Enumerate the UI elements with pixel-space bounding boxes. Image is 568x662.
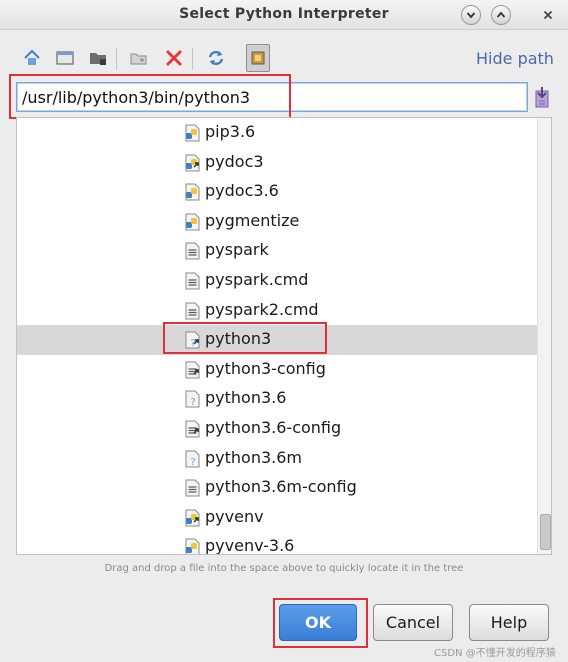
file-name: pyvenv-3.6: [205, 536, 295, 555]
path-input[interactable]: [16, 82, 528, 112]
python-file-icon: [185, 124, 200, 142]
unknown-file-icon: ?: [185, 450, 200, 468]
file-tree-row[interactable]: pyspark: [17, 236, 537, 266]
project-folder-icon: [90, 53, 106, 65]
vertical-scrollbar[interactable]: [537, 118, 551, 554]
file-name: pydoc3.6: [205, 181, 279, 201]
file-name: python3: [205, 329, 272, 349]
text-link-icon: [185, 420, 200, 438]
refresh-button[interactable]: [204, 44, 228, 72]
show-hidden-files-toggle[interactable]: [246, 44, 270, 72]
toolbar-separator: [116, 48, 117, 70]
chevron-down-icon: [466, 12, 476, 19]
python-file-icon: [185, 538, 200, 554]
file-tree-row[interactable]: pyspark2.cmd: [17, 296, 537, 326]
ok-button[interactable]: OK: [279, 604, 357, 641]
text-file-icon: [185, 479, 200, 497]
unknown-file-icon: ?: [185, 390, 200, 408]
file-tree-row[interactable]: pyspark.cmd: [17, 266, 537, 296]
delete-icon: [166, 50, 182, 66]
home-icon: [24, 49, 40, 65]
file-tree-row[interactable]: ? python3: [17, 325, 537, 355]
file-tree-row[interactable]: pyvenv: [17, 503, 537, 533]
desktop-icon: [56, 51, 74, 65]
file-tree-row[interactable]: ? python3.6m: [17, 444, 537, 474]
new-folder-button[interactable]: [127, 44, 151, 72]
file-name: python3.6-config: [205, 418, 342, 437]
file-name: pyvenv: [205, 506, 264, 526]
file-tree[interactable]: pip3.6 pydoc3 pydoc3.6 pygmentize pyspark pys…: [16, 117, 552, 555]
cancel-button[interactable]: Cancel: [373, 604, 453, 641]
select-python-interpreter-dialog: Select Python Interpreter Hide path /usr…: [0, 0, 568, 662]
text-file-icon: [185, 302, 200, 320]
import-path-icon[interactable]: [532, 85, 552, 109]
file-tree-row[interactable]: python3.6-config: [17, 414, 537, 444]
python-link-icon: [185, 154, 200, 172]
chevron-up-icon: [496, 11, 506, 18]
show-hidden-icon: [251, 51, 265, 65]
window-title: Select Python Interpreter: [179, 6, 389, 22]
text-file-icon: [185, 272, 200, 290]
file-tree-row[interactable]: python3-config: [17, 355, 537, 385]
file-name: python3-config: [205, 358, 326, 378]
file-name: python3.6m: [205, 447, 302, 467]
scrollbar-thumb[interactable]: [540, 514, 551, 550]
file-name: pygmentize: [205, 210, 300, 230]
file-name: pydoc3: [205, 151, 264, 171]
hide-path-link[interactable]: Hide path: [476, 49, 554, 68]
file-name: pyspark: [205, 240, 269, 260]
refresh-icon: [208, 50, 224, 66]
python-file-icon: [185, 183, 200, 201]
python-link-icon: [185, 509, 200, 527]
svg-text:?: ?: [190, 397, 195, 408]
text-file-icon: [185, 242, 200, 260]
file-tree-row[interactable]: pygmentize: [17, 207, 537, 237]
toolbar: [20, 44, 280, 72]
file-tree-row[interactable]: pyvenv-3.6: [17, 532, 537, 555]
file-tree-row[interactable]: python3.6m-config: [17, 473, 537, 503]
help-button[interactable]: Help: [469, 604, 549, 641]
toolbar-separator: [192, 48, 193, 70]
file-tree-row[interactable]: pydoc3: [17, 148, 537, 178]
project-button[interactable]: [86, 44, 110, 72]
file-tree-row[interactable]: ? python3.6: [17, 384, 537, 414]
close-button[interactable]: [538, 5, 558, 25]
python-file-icon: [185, 213, 200, 231]
svg-text:?: ?: [190, 457, 195, 468]
unknown-link-icon: ?: [185, 331, 200, 349]
file-tree-row[interactable]: pip3.6: [17, 118, 537, 148]
minimize-button[interactable]: [461, 5, 481, 25]
title-bar[interactable]: Select Python Interpreter: [0, 0, 568, 30]
drag-drop-hint: Drag and drop a file into the space abov…: [104, 563, 464, 574]
desktop-button[interactable]: [53, 44, 77, 72]
close-icon: [543, 10, 553, 20]
file-name: pyspark2.cmd: [205, 299, 319, 319]
file-name: python3.6m-config: [205, 477, 357, 497]
text-link-icon: [185, 361, 200, 379]
file-tree-row[interactable]: pydoc3.6: [17, 177, 537, 207]
file-name: python3.6: [205, 388, 287, 408]
new-folder-icon: [130, 53, 147, 65]
delete-button[interactable]: [162, 44, 186, 72]
watermark: CSDN @不懂开发的程序猿: [434, 648, 556, 659]
file-name: pip3.6: [205, 122, 256, 141]
maximize-button[interactable]: [491, 5, 511, 25]
file-name: pyspark.cmd: [205, 270, 309, 289]
home-button[interactable]: [20, 44, 44, 72]
